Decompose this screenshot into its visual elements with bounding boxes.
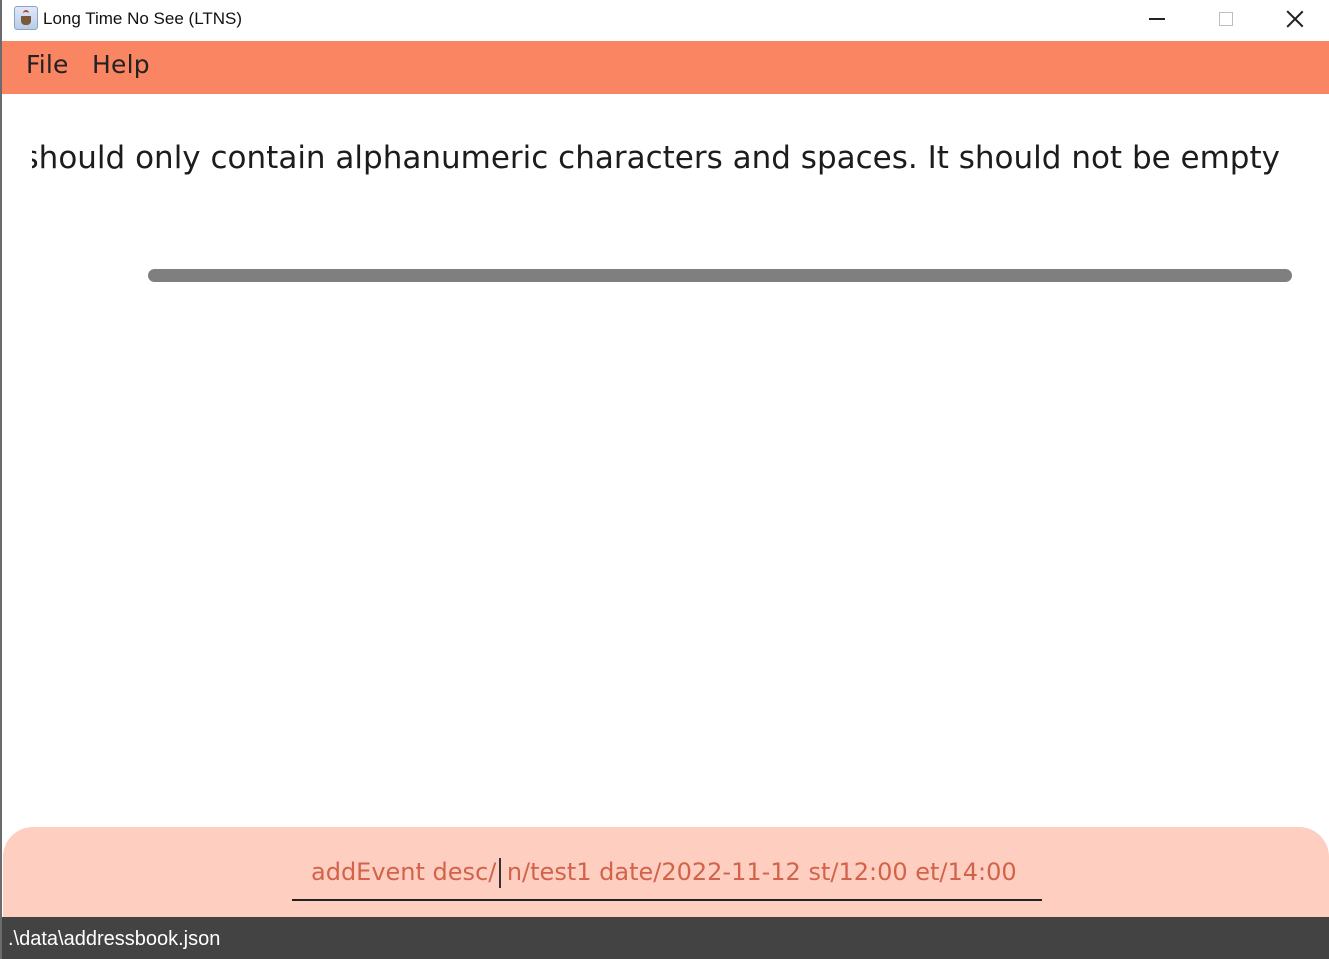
text-caret <box>499 858 501 888</box>
result-horizontal-scrollbar[interactable] <box>148 269 1292 282</box>
close-button[interactable] <box>1260 0 1329 38</box>
menu-file[interactable]: File <box>26 50 69 79</box>
command-text-after-caret: n/test1 date/2022-11-12 st/12:00 et/14:0… <box>506 858 1017 886</box>
close-icon <box>1286 10 1304 28</box>
maximize-icon <box>1218 12 1233 26</box>
app-window: Long Time No See (LTNS) File Help ption … <box>0 0 1329 959</box>
menu-bar: File Help <box>2 41 1329 94</box>
window-title: Long Time No See (LTNS) <box>43 9 243 28</box>
minimize-button[interactable] <box>1122 0 1191 38</box>
save-file-path: .\data\addressbook.json <box>8 928 221 950</box>
command-text-before-caret: addEvent desc/ <box>311 858 497 886</box>
title-bar[interactable]: Long Time No See (LTNS) <box>2 0 1329 41</box>
command-input[interactable]: addEvent desc/n/test1 date/2022-11-12 st… <box>292 849 1042 901</box>
command-box: addEvent desc/n/test1 date/2022-11-12 st… <box>3 827 1329 917</box>
menu-help[interactable]: Help <box>92 50 150 79</box>
result-display: ption should only contain alphanumeric c… <box>32 134 1302 194</box>
maximize-button[interactable] <box>1191 0 1260 38</box>
main-content-area <box>2 94 1329 827</box>
result-message: ption should only contain alphanumeric c… <box>32 140 1280 176</box>
minimize-icon <box>1148 18 1165 20</box>
app-coffee-icon <box>14 6 38 30</box>
status-bar: .\data\addressbook.json <box>2 917 1329 959</box>
